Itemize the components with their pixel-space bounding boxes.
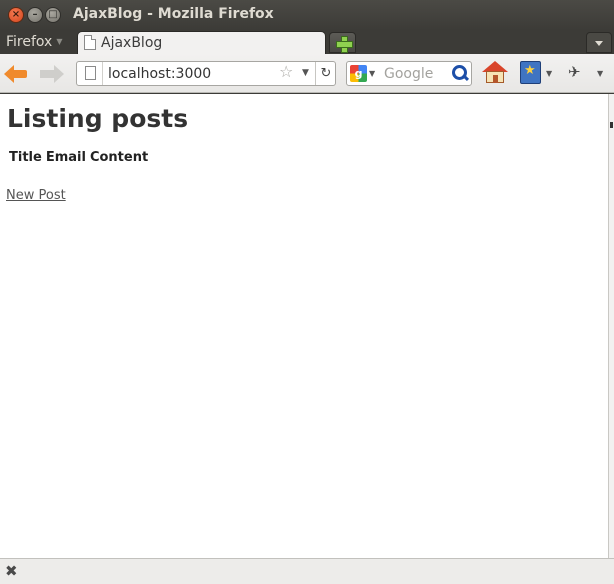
page-title: Listing posts: [7, 104, 189, 133]
list-all-tabs-button[interactable]: [586, 32, 612, 53]
chevron-down-icon[interactable]: ▼: [369, 69, 375, 78]
history-dropdown-icon[interactable]: ▼: [302, 68, 309, 78]
page-icon: [85, 66, 96, 80]
column-header-title: Title: [9, 150, 42, 165]
title-bar: × – □ AjaxBlog - Mozilla Firefox: [0, 0, 614, 30]
column-header-content: Content: [89, 150, 149, 165]
chevron-down-icon[interactable]: ▼: [597, 69, 603, 78]
forward-arrow-icon[interactable]: [40, 64, 64, 84]
scrollbar[interactable]: [608, 94, 614, 558]
search-bar[interactable]: g ▼ Google: [346, 61, 472, 86]
url-bar[interactable]: localhost:3000 ☆ ▼ ↻: [76, 61, 336, 86]
posts-table: Title Email Content: [7, 148, 150, 167]
table-header-row: Title Email Content: [7, 148, 150, 167]
page-content: Listing posts Title Email Content New Po…: [0, 94, 608, 558]
chevron-down-icon: ▼: [56, 37, 63, 46]
chevron-down-icon[interactable]: ▼: [546, 69, 552, 78]
page-icon: [84, 35, 96, 50]
url-text[interactable]: localhost:3000: [108, 66, 211, 82]
close-icon[interactable]: ✖: [5, 562, 18, 580]
magnifier-icon[interactable]: [452, 65, 468, 81]
divider: [102, 62, 103, 85]
new-post-link[interactable]: New Post: [6, 188, 66, 203]
back-arrow-icon[interactable]: [4, 64, 28, 84]
window-title: AjaxBlog - Mozilla Firefox: [73, 6, 274, 22]
status-bar: ✖: [0, 558, 614, 584]
tab-strip: Firefox ▼ AjaxBlog: [0, 30, 614, 54]
bookmarks-icon[interactable]: [520, 61, 541, 84]
search-input[interactable]: Google: [384, 66, 433, 82]
firefox-menu-button[interactable]: Firefox ▼: [6, 34, 63, 50]
home-door: [493, 75, 498, 83]
google-icon[interactable]: g: [350, 65, 367, 82]
column-header-email: Email: [45, 150, 86, 165]
new-tab-button[interactable]: [329, 32, 356, 53]
window-maximize-icon[interactable]: □: [45, 7, 61, 23]
firefox-menu-label: Firefox: [6, 34, 53, 50]
addon-icon[interactable]: ✈: [568, 65, 581, 80]
window-close-icon[interactable]: ×: [8, 7, 24, 23]
tab-ajaxblog[interactable]: AjaxBlog: [77, 31, 326, 54]
bookmark-star-icon[interactable]: ☆: [279, 64, 293, 80]
tab-label: AjaxBlog: [101, 35, 163, 51]
navigation-toolbar: localhost:3000 ☆ ▼ ↻ g ▼ Google ▼ ✈ ▼: [0, 54, 614, 93]
home-icon[interactable]: [482, 60, 508, 86]
plus-icon: [336, 36, 353, 53]
reload-button[interactable]: ↻: [315, 62, 336, 85]
window-minimize-icon[interactable]: –: [27, 7, 43, 23]
